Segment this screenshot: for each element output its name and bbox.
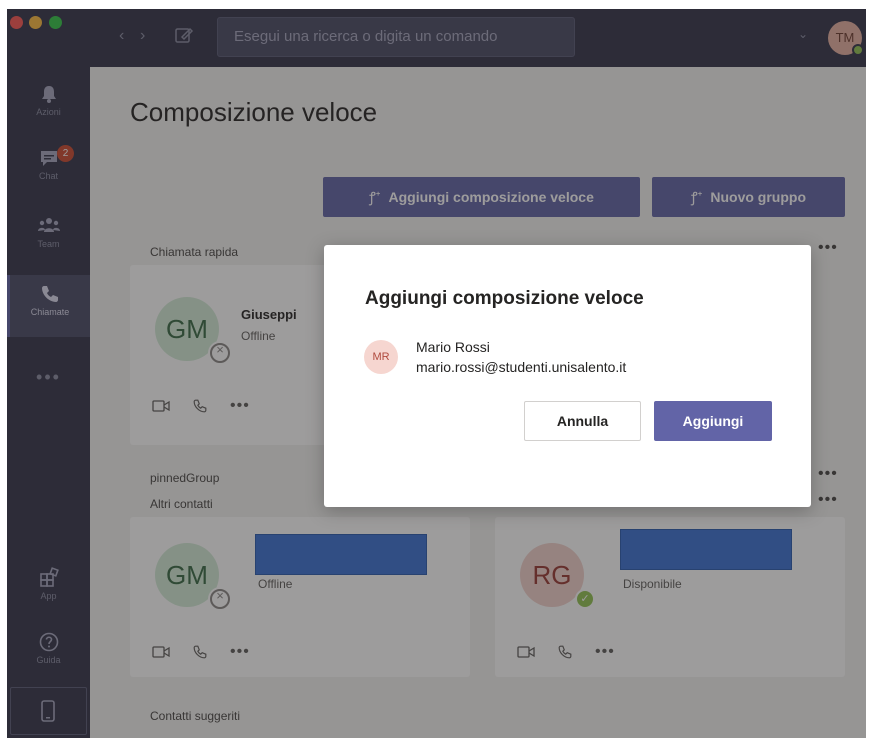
add-button[interactable]: Aggiungi <box>654 401 772 441</box>
cancel-button[interactable]: Annulla <box>524 401 641 441</box>
contact-avatar: MR <box>364 340 398 374</box>
teams-window: ‹ › Esegui una ricerca o digita un coman… <box>7 9 866 738</box>
add-speed-dial-dialog: Aggiungi composizione veloce MR Mario Ro… <box>324 245 811 507</box>
contact-email: mario.rossi@studenti.unisalento.it <box>416 359 627 375</box>
contact-name: Mario Rossi <box>416 339 490 355</box>
contact-initials: MR <box>372 351 390 363</box>
dialog-title: Aggiungi composizione veloce <box>365 288 644 309</box>
